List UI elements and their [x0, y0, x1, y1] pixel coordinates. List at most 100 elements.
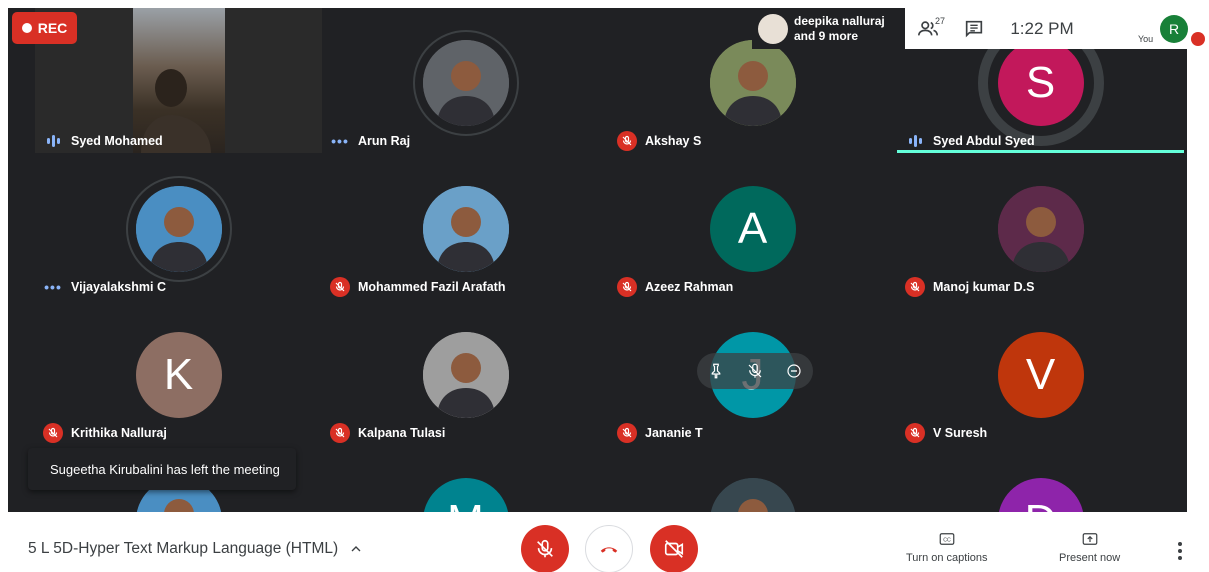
participant-name: Krithika Nalluraj	[71, 426, 167, 440]
participant-avatar: D	[997, 478, 1084, 512]
profile-photo-icon	[135, 186, 222, 272]
self-label: You	[1138, 34, 1154, 44]
clock: 1:22 PM	[1010, 18, 1074, 38]
participant-label: Kalpana Tulasi	[330, 422, 445, 444]
presenter-chip[interactable]: deepika nalluraj and 9 more	[752, 8, 905, 49]
participant-name: Syed Abdul Syed	[933, 134, 1035, 148]
participant-avatar: M	[422, 478, 509, 512]
audio-level-icon	[43, 135, 63, 147]
participant-tile[interactable]: A Azeez Rahman	[609, 154, 896, 299]
mic-off-glyph	[910, 281, 920, 292]
avatar-initial: A	[737, 204, 768, 253]
avatar-initial: S	[1025, 58, 1056, 107]
notification-toast: Sugeetha Kirubalini has left the meeting	[28, 448, 296, 490]
present-now-button[interactable]: Present now	[1059, 530, 1120, 564]
leave-call-button[interactable]	[585, 525, 633, 572]
kebab-dot-icon	[1178, 549, 1182, 553]
mic-off-icon	[43, 423, 63, 443]
participant-label: Azeez Rahman	[617, 276, 733, 298]
mic-off-glyph	[622, 427, 632, 438]
mic-off-icon	[330, 277, 350, 297]
meeting-details-button[interactable]: 5 L 5D-Hyper Text Markup Language (HTML)	[28, 540, 364, 558]
participant-label: ••• Vijayalakshmi C	[43, 276, 166, 298]
participant-label: ••• Arun Raj	[330, 130, 410, 152]
audio-bar	[56, 138, 60, 144]
more-options-button[interactable]	[1178, 542, 1182, 560]
mic-off-glyph	[910, 427, 920, 438]
participant-tile[interactable]: M	[322, 446, 609, 512]
mic-off-glyph	[335, 427, 345, 438]
mic-off-icon	[905, 277, 925, 297]
avatar-initial: M	[447, 496, 484, 512]
mic-off-icon	[617, 131, 637, 151]
self-avatar[interactable]: R	[1160, 15, 1188, 43]
audio-bar	[51, 135, 55, 147]
camera-off-icon	[664, 540, 684, 558]
mic-off-icon	[617, 277, 637, 297]
participant-avatar	[422, 186, 509, 272]
participant-name: Kalpana Tulasi	[358, 426, 446, 440]
top-band	[0, 0, 1209, 8]
participant-name: Syed Mohamed	[71, 134, 163, 148]
audio-bar	[913, 135, 917, 147]
participant-avatar: A	[709, 186, 796, 272]
participant-tile[interactable]: D	[897, 446, 1184, 512]
presenter-text: deepika nalluraj and 9 more	[794, 14, 885, 44]
participant-label: V Suresh	[905, 422, 987, 444]
mute-participant-icon[interactable]	[746, 362, 764, 380]
participant-avatar: V	[997, 332, 1084, 418]
chevron-up-icon	[351, 546, 361, 552]
participant-tile[interactable]: Manoj kumar D.S	[897, 154, 1184, 299]
meeting-title: 5 L 5D-Hyper Text Markup Language (HTML)	[28, 540, 339, 557]
rec-dot-icon	[21, 23, 32, 33]
people-button[interactable]: 27	[905, 8, 951, 49]
participant-label: Jananie T	[617, 422, 703, 444]
present-icon	[1082, 533, 1097, 545]
participant-tile[interactable]: ••• Arun Raj	[322, 8, 609, 153]
participant-tile[interactable]	[609, 446, 896, 512]
participant-name: Vijayalakshmi C	[71, 280, 166, 294]
mic-off-icon	[537, 539, 553, 558]
participant-tile[interactable]: Kalpana Tulasi	[322, 300, 609, 445]
profile-photo-icon	[422, 186, 509, 272]
recording-label: REC	[37, 20, 68, 36]
audio-bar	[908, 138, 912, 144]
presenter-more: and 9 more	[794, 28, 859, 43]
bottom-bar: 5 L 5D-Hyper Text Markup Language (HTML)…	[0, 512, 1209, 572]
profile-photo-icon	[422, 332, 509, 418]
meeting-info-bar: 27 1:22 PM You R	[905, 8, 1209, 49]
participant-name: Jananie T	[645, 426, 703, 440]
chat-button[interactable]	[951, 8, 997, 49]
participant-tile[interactable]: Syed Mohamed	[35, 8, 322, 153]
audio-bar	[918, 138, 922, 144]
participant-name: Azeez Rahman	[645, 280, 734, 294]
participant-avatar	[135, 186, 222, 272]
captions-button[interactable]: CC Turn on captions	[906, 530, 988, 564]
participant-tile[interactable]: ••• Vijayalakshmi C	[35, 154, 322, 299]
participant-avatar	[422, 332, 509, 418]
mic-off-glyph	[335, 281, 345, 292]
tile-hover-controls	[697, 353, 813, 389]
hang-up-icon	[600, 547, 618, 553]
pin-icon[interactable]	[707, 362, 725, 380]
presenter-avatar	[758, 13, 788, 44]
participant-name: Manoj kumar D.S	[933, 280, 1035, 294]
meet-window: Syed Mohamed ••• Arun Raj Akshay S S Syed Abd…	[0, 0, 1209, 572]
audio-bar	[46, 138, 50, 144]
presenter-name: deepika nalluraj	[794, 13, 885, 28]
svg-text:CC: CC	[943, 537, 951, 543]
participant-label: Akshay S	[617, 130, 701, 152]
participant-avatar	[422, 40, 509, 126]
mic-off-icon	[617, 423, 637, 443]
participant-avatar: K	[135, 332, 222, 418]
camera-toggle-button[interactable]	[650, 525, 698, 572]
participant-label: Syed Abdul Syed	[905, 130, 1035, 152]
participant-avatar	[997, 186, 1084, 272]
participant-grid: Syed Mohamed ••• Arun Raj Akshay S S Syed Abd…	[0, 0, 1209, 512]
participant-tile[interactable]: V V Suresh	[897, 300, 1184, 445]
participant-avatar: S	[997, 40, 1084, 126]
participant-tile[interactable]: Mohammed Fazil Arafath	[322, 154, 609, 299]
participant-tile[interactable]: K Krithika Nalluraj	[35, 300, 322, 445]
mic-toggle-button[interactable]	[521, 525, 569, 572]
remove-participant-icon[interactable]	[785, 362, 803, 380]
